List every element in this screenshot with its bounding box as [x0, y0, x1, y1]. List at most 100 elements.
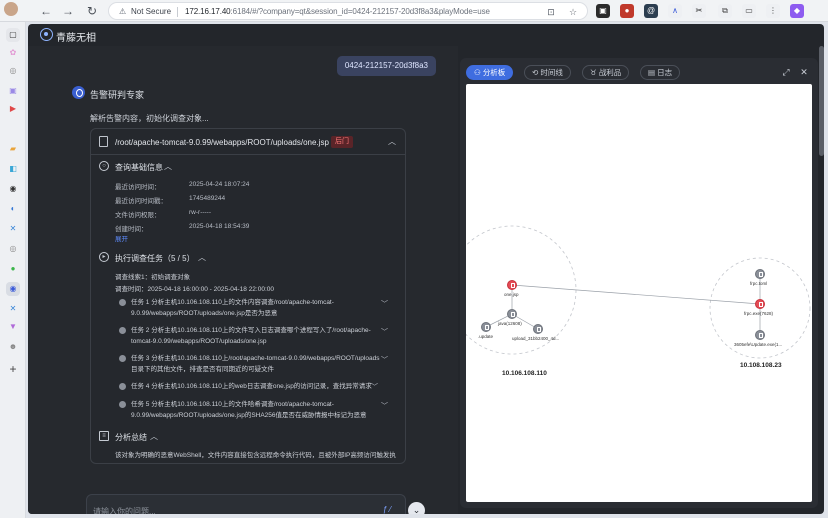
- url-host: 172.16.17.40: [185, 7, 231, 16]
- page-scrollbar[interactable]: [819, 46, 824, 156]
- menu-dots-icon[interactable]: ⋮: [766, 4, 780, 18]
- task-item[interactable]: 任务 3 分析主机10.106.108.110上/root/apache-tom…: [119, 353, 385, 375]
- card-header[interactable]: /root/apache-tomcat-9.0.99/webapps/ROOT/…: [91, 129, 405, 155]
- sidebar-app-icon-1[interactable]: ✿: [6, 46, 20, 60]
- profile-avatar-icon[interactable]: [4, 2, 18, 16]
- tab-logs[interactable]: ▤ 日志: [640, 65, 681, 80]
- task-text: 任务 2 分析主机10.106.108.110上的文件写入日志调查哪个进程写入了…: [131, 327, 371, 345]
- install-app-icon[interactable]: ⊡: [545, 6, 557, 18]
- basic-info-title[interactable]: 查询基础信息: [115, 162, 163, 173]
- sidebar-active-app-icon[interactable]: ◉: [6, 282, 20, 296]
- search-icon: ○: [99, 161, 109, 171]
- task-text: 任务 3 分析主机10.106.108.110上/root/apache-tom…: [131, 355, 380, 373]
- chevron-down-icon[interactable]: ﹀: [371, 382, 378, 392]
- attack-graph[interactable]: one.jsp java(12608) .update upload_31bb2…: [466, 84, 812, 502]
- graph-node[interactable]: [755, 330, 765, 340]
- tab-loot[interactable]: ♉ 战利品: [582, 65, 630, 80]
- analysis-panel: ⚇ 分析板 ⟲ 时间线 ♉ 战利品 ▤ 日志 ⤢ ✕ one.jsp java(…: [460, 58, 818, 508]
- node-label: java(12608): [498, 321, 522, 326]
- graph-node[interactable]: [755, 269, 765, 279]
- sidebar-globe-icon-2[interactable]: ◎: [6, 242, 20, 256]
- sidebar-app-icon-2[interactable]: ▣: [6, 84, 20, 98]
- sidebar-app-icon-7[interactable]: ▼: [6, 320, 20, 334]
- task-item[interactable]: 任务 5 分析主机10.106.108.110上的文件哈希调查/root/apa…: [119, 399, 385, 421]
- sidebar-app-icon-3[interactable]: ◧: [6, 162, 20, 176]
- sidebar-app-icon-8[interactable]: ☻: [6, 340, 20, 354]
- app-header: 青藤无相: [28, 24, 824, 46]
- task-item[interactable]: 任务 2 分析主机10.106.108.110上的文件写入日志调查哪个进程写入了…: [119, 325, 385, 347]
- back-icon[interactable]: ←: [38, 3, 54, 19]
- extension-icon-5[interactable]: ✂: [692, 4, 706, 18]
- investigation-card: /root/apache-tomcat-9.0.99/webapps/ROOT/…: [90, 128, 406, 464]
- graph-node[interactable]: [507, 309, 517, 319]
- sidebar-app-icon-4[interactable]: ◐: [6, 202, 20, 216]
- file-path: /root/apache-tomcat-9.0.99/webapps/ROOT/…: [115, 138, 329, 147]
- url-path: :6184/#/?company=qt&session_id=0424-2121…: [230, 7, 490, 16]
- close-icon[interactable]: ✕: [798, 66, 810, 78]
- file-icon: [99, 136, 108, 147]
- summary-title[interactable]: 分析总结: [115, 432, 147, 443]
- tab-label: 日志: [657, 68, 673, 77]
- divider: [177, 7, 178, 17]
- expand-link[interactable]: 展开: [115, 233, 128, 243]
- chevron-up-icon[interactable]: ︿: [387, 137, 397, 147]
- send-icon[interactable]: ƒ ⁄: [383, 505, 391, 514]
- tab-analysis-board[interactable]: ⚇ 分析板: [466, 65, 514, 80]
- address-bar[interactable]: ⚠ Not Secure 172.16.17.40:6184/#/?compan…: [108, 2, 588, 20]
- chevron-down-icon[interactable]: ﹀: [381, 355, 388, 365]
- chevron-up-icon[interactable]: ︿: [163, 162, 173, 172]
- info-value: rw-r-----: [189, 209, 212, 216]
- sidebar-folder-icon[interactable]: ▰: [6, 142, 20, 156]
- chevron-up-icon[interactable]: ︿: [149, 432, 159, 442]
- extensions-puzzle-icon[interactable]: ⧉: [718, 4, 732, 18]
- task-status-icon: [119, 355, 126, 362]
- node-label: upload_31bb2400_4d...: [512, 336, 560, 341]
- bookmark-star-icon[interactable]: ☆: [567, 6, 579, 18]
- chevron-down-icon[interactable]: ﹀: [381, 327, 388, 337]
- graph-node[interactable]: [533, 324, 543, 334]
- tasks-title[interactable]: 执行调查任务（5 / 5）: [115, 253, 195, 264]
- sidebar-app-icon-6[interactable]: ✕: [6, 302, 20, 316]
- process-icon: [510, 312, 515, 317]
- node-label: 3605efe\Update.exe(1...: [734, 342, 783, 347]
- copilot-icon[interactable]: ◆: [790, 4, 804, 18]
- graph-node[interactable]: [507, 280, 517, 290]
- chevron-down-icon[interactable]: ﹀: [381, 299, 388, 309]
- task-text: 任务 1 分析主机10.106.108.110上的文件内容调查/root/apa…: [131, 299, 334, 317]
- sidebar-app-icon-5[interactable]: ✕: [6, 222, 20, 236]
- extension-icon-3[interactable]: @: [644, 4, 658, 18]
- task-item[interactable]: 任务 4 分析主机10.106.108.110上的web日志调查one.jsp的…: [119, 381, 385, 392]
- sidebar-tab-icon[interactable]: ▢: [6, 28, 20, 42]
- chat-input-box: ƒ ⁄: [86, 494, 406, 514]
- task-item[interactable]: 任务 1 分析主机10.106.108.110上的文件内容调查/root/apa…: [119, 297, 385, 319]
- agent-intro-text: 解析告警内容，初始化调查对象...: [90, 114, 209, 123]
- chevron-down-icon[interactable]: ﹀: [381, 401, 388, 411]
- chevron-up-icon[interactable]: ︿: [197, 253, 207, 263]
- tab-search-icon[interactable]: ▭: [742, 4, 756, 18]
- url-text[interactable]: 172.16.17.40:6184/#/?company=qt&session_…: [185, 5, 490, 19]
- task-status-icon: [119, 383, 126, 390]
- expand-icon[interactable]: ⤢: [780, 66, 792, 78]
- agent-avatar-icon: [72, 86, 85, 99]
- forward-icon[interactable]: →: [60, 3, 76, 19]
- extension-icon-2[interactable]: ●: [620, 4, 634, 18]
- graph-node[interactable]: [755, 299, 765, 309]
- sidebar-globe-icon[interactable]: ◎: [6, 64, 20, 78]
- clue-text: 调查线索1：初始调查对象: [115, 274, 191, 281]
- extension-icon-1[interactable]: ▣: [596, 4, 610, 18]
- sidebar-wechat-icon[interactable]: ●: [6, 262, 20, 276]
- graph-node[interactable]: [481, 322, 491, 332]
- chat-area: 0424-212157-20d3f8a3 告警研判专家 解析告警内容，初始化调查…: [28, 46, 458, 514]
- tab-timeline[interactable]: ⟲ 时间线: [524, 65, 571, 80]
- file-icon: [536, 327, 541, 332]
- tab-label: 时间线: [540, 68, 563, 77]
- app-window: 青藤无相 0424-212157-20d3f8a3 告警研判专家 解析告警内容，…: [28, 24, 824, 514]
- sidebar-youtube-icon[interactable]: ▶: [6, 102, 20, 116]
- security-label: Not Secure: [131, 7, 172, 16]
- sidebar-add-icon[interactable]: +: [6, 362, 20, 376]
- sidebar-github-icon[interactable]: ◉: [6, 182, 20, 196]
- extension-icon-4[interactable]: ∧: [668, 4, 682, 18]
- question-input[interactable]: [93, 501, 363, 514]
- reload-icon[interactable]: ↻: [84, 3, 100, 19]
- scroll-down-button[interactable]: ⌄: [408, 502, 425, 514]
